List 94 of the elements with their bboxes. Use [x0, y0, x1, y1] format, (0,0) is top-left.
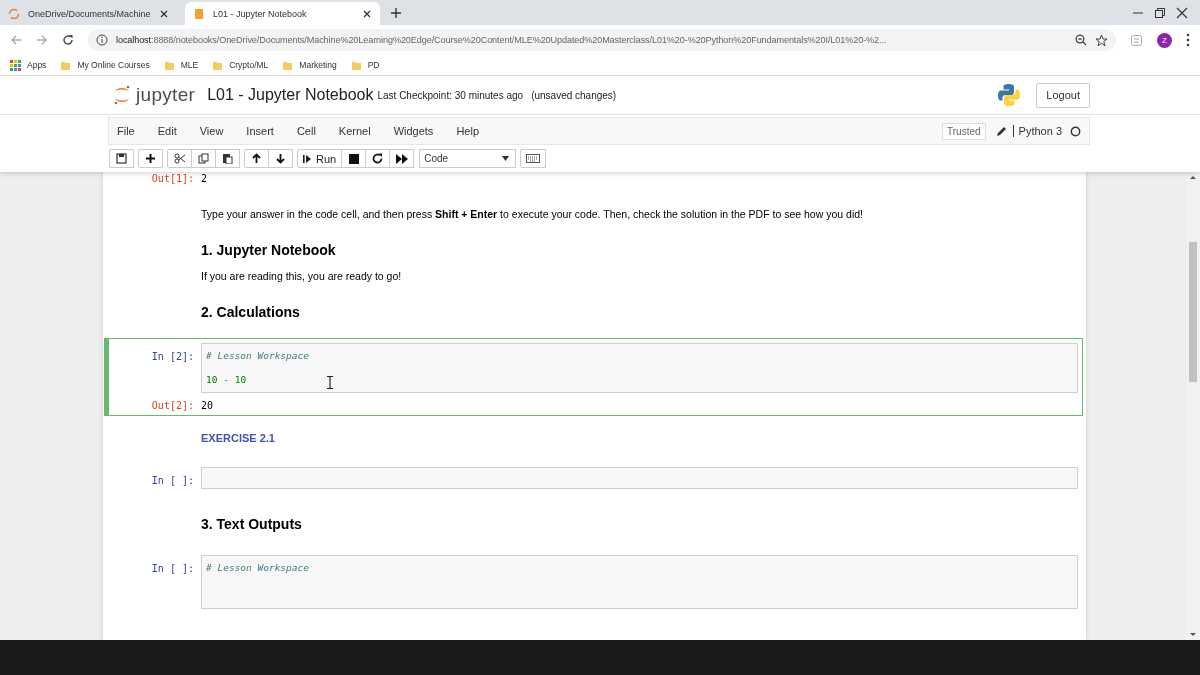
fast-forward-button[interactable]: [389, 149, 415, 168]
cut-button[interactable]: [167, 149, 192, 168]
close-icon[interactable]: [158, 8, 169, 19]
output-text: 20: [201, 399, 214, 411]
jupyter-logo-icon: [113, 85, 131, 105]
menu-item[interactable]: View: [199, 125, 224, 137]
bookmark[interactable]: MLE: [163, 59, 199, 71]
menu-item[interactable]: Help: [456, 125, 479, 137]
section-heading: 2. Calculations: [201, 304, 300, 320]
copy-icon: [198, 153, 209, 164]
folder-icon: [350, 59, 362, 71]
new-tab-icon[interactable]: [390, 6, 402, 19]
address-bar[interactable]: localhost:8888/notebooks/OneDrive/Documents/Machine%20Learning%20Edge/Course%20Content/MLE%20Updated%20Masterclass/L01%20-%20Python%20Fundamentals%20I/L01%20-%2...: [88, 29, 1116, 51]
logout-button[interactable]: Logout: [1036, 82, 1090, 108]
browser-tab[interactable]: L01 - Jupyter Notebook: [185, 2, 380, 25]
menu-item[interactable]: Kernel: [338, 125, 371, 137]
unsaved-status: (unsaved changes): [531, 89, 617, 101]
restart-icon: [372, 153, 384, 164]
notebook-title[interactable]: L01 - Jupyter Notebook: [207, 86, 374, 104]
save-button[interactable]: [109, 149, 134, 168]
folder-icon: [163, 59, 175, 71]
menu-item[interactable]: Cell: [296, 125, 316, 137]
run-button[interactable]: Run: [297, 149, 343, 168]
code-line: 10 - 10: [206, 373, 247, 387]
menu-item[interactable]: Insert: [246, 125, 274, 137]
keyboard-button[interactable]: [520, 149, 547, 168]
paragraph: Type your answer in the code cell, and then press Shift + Enter to execute your code. Then, check the solution in the PDF to see how you did!: [201, 208, 863, 220]
code-editor[interactable]: # Lesson Workspace 10 - 10: [201, 343, 1078, 393]
info-icon: [96, 34, 108, 46]
paste-button[interactable]: [215, 149, 240, 168]
fast-forward-icon: [395, 153, 408, 164]
star-icon[interactable]: [1095, 33, 1108, 47]
copy-button[interactable]: [191, 149, 216, 168]
menu-item[interactable]: File: [117, 125, 135, 137]
zoom-icon[interactable]: [1075, 34, 1087, 46]
loading-icon: [8, 7, 20, 20]
code-comment: # Lesson Workspace: [206, 349, 309, 363]
section-heading: 3. Text Outputs: [201, 516, 302, 532]
move-up-button[interactable]: [244, 149, 269, 168]
cut-icon: [173, 153, 186, 164]
keyboard-icon: [526, 154, 541, 163]
exercise-label: EXERCISE 2.1: [201, 432, 275, 444]
input-prompt: In [ ]:: [150, 474, 195, 486]
notebook-icon: [193, 7, 205, 20]
folder-icon: [60, 59, 72, 71]
kernel-idle-icon: [1070, 125, 1081, 137]
output-prompt: Out[1]:: [150, 172, 195, 184]
output-text: 2: [201, 172, 208, 184]
logo-text: jupyter: [136, 84, 196, 106]
restore-icon[interactable]: [1154, 6, 1166, 19]
checkpoint-text: Last Checkpoint: 30 minutes ago: [377, 89, 524, 101]
python-logo-icon: [997, 83, 1022, 107]
folder-icon: [282, 59, 294, 71]
trusted-indicator[interactable]: Trusted: [942, 122, 986, 140]
more-icon[interactable]: [1186, 33, 1190, 47]
cell-type-dropdown[interactable]: Code: [419, 149, 517, 168]
run-icon: [303, 153, 312, 164]
bookmark[interactable]: Crypto/ML: [212, 59, 269, 71]
add-cell-icon: [145, 153, 156, 164]
folder-icon: [212, 59, 224, 71]
apps-icon: [10, 59, 21, 71]
menu-item[interactable]: Widgets: [393, 125, 434, 137]
text-cursor-icon: [326, 376, 334, 389]
section-heading: 1. Jupyter Notebook: [201, 242, 336, 258]
reload-icon[interactable]: [62, 34, 74, 46]
output-prompt: Out[2]:: [150, 399, 195, 411]
code-comment: # Lesson Workspace: [206, 561, 309, 575]
bookmark[interactable]: Apps: [10, 59, 47, 71]
caret-icon: [502, 156, 510, 161]
restart-button[interactable]: [365, 149, 391, 168]
bookmark[interactable]: My Online Courses: [60, 59, 150, 71]
add-cell-button[interactable]: [138, 149, 163, 168]
kernel-name[interactable]: Python 3: [1012, 125, 1062, 137]
bookmark[interactable]: PD: [350, 59, 380, 71]
browser-tab[interactable]: OneDrive/Documents/Machine: [0, 2, 175, 25]
paste-icon: [222, 153, 233, 164]
stop-button[interactable]: [341, 149, 367, 168]
pencil-icon[interactable]: [995, 125, 1007, 137]
profile-avatar[interactable]: Z: [1157, 32, 1172, 48]
move-down-button[interactable]: [268, 149, 293, 168]
stop-icon: [348, 153, 359, 164]
bookmark[interactable]: Marketing: [282, 59, 337, 71]
code-editor[interactable]: # Lesson Workspace: [201, 555, 1078, 609]
menu-item[interactable]: Edit: [157, 125, 177, 137]
url-text: localhost:8888/notebooks/OneDrive/Documents/Machine%20Learning%20Edge/Course%20Content/MLE%20Updated%20Masterclass/L01%20-%20Python%20Fundamentals%20I/L01%20-%2...: [116, 35, 888, 45]
move-up-icon: [251, 153, 262, 164]
close-icon[interactable]: [1176, 6, 1188, 19]
paragraph: If you are reading this, you are ready to go!: [201, 270, 402, 282]
selected-code-cell[interactable]: In [2]: # Lesson Workspace 10 - 10 Out[2]: 20: [104, 338, 1083, 416]
input-prompt: In [ ]:: [150, 562, 195, 574]
close-icon[interactable]: [362, 8, 372, 19]
save-icon: [116, 153, 127, 164]
move-down-icon: [275, 153, 286, 164]
input-prompt: In [2]:: [150, 350, 195, 362]
